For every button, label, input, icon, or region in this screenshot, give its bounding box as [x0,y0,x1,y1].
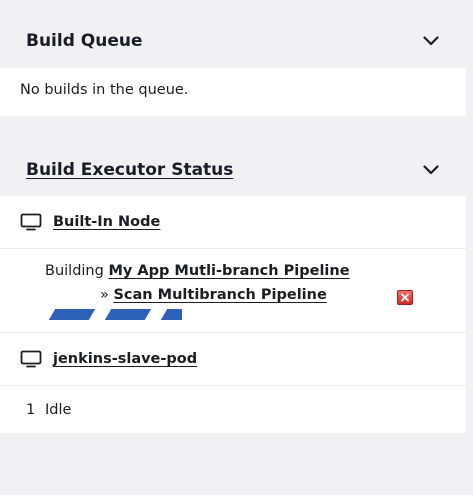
node-row-built-in: Built-In Node [0,196,466,249]
node-row-jenkins-slave-pod: jenkins-slave-pod [0,333,466,386]
build-queue-header[interactable]: Build Queue [0,14,466,68]
stop-icon[interactable] [397,290,413,305]
computer-icon [20,213,42,231]
job-link[interactable]: My App Mutli-branch Pipeline [108,263,349,279]
build-executor-title-link[interactable]: Build Executor Status [26,160,233,180]
scan-step-link[interactable]: Scan Multibranch Pipeline [113,287,326,303]
progress-stripe [48,309,96,320]
build-executor-header: Build Executor Status [0,144,466,196]
executor-build-row: Building My App Mutli-branch Pipeline » … [0,249,466,333]
chevron-down-icon[interactable] [422,32,440,50]
build-executor-status-pane: Build Executor Status Built-In Node Buil… [0,144,466,433]
build-description: Building My App Mutli-branch Pipeline [45,263,350,279]
build-progress-bar[interactable] [46,309,182,320]
build-queue-empty-message: No builds in the queue. [20,82,189,98]
progress-stripe [160,309,182,320]
progress-stripe [104,309,152,320]
executor-idle-row: 1 Idle [0,386,466,434]
building-label: Building [45,263,104,279]
build-step: » Scan Multibranch Pipeline [100,287,327,303]
executor-idle-status: Idle [45,402,72,418]
jenkins-slave-pod-link[interactable]: jenkins-slave-pod [53,351,197,367]
build-queue-pane: Build Queue No builds in the queue. [0,14,466,116]
built-in-node-link[interactable]: Built-In Node [53,214,160,230]
computer-icon [20,350,42,368]
executor-number: 1 [26,402,36,418]
chevron-down-icon[interactable] [422,161,440,179]
build-queue-title: Build Queue [26,31,143,51]
breadcrumb-separator: » [100,287,109,303]
